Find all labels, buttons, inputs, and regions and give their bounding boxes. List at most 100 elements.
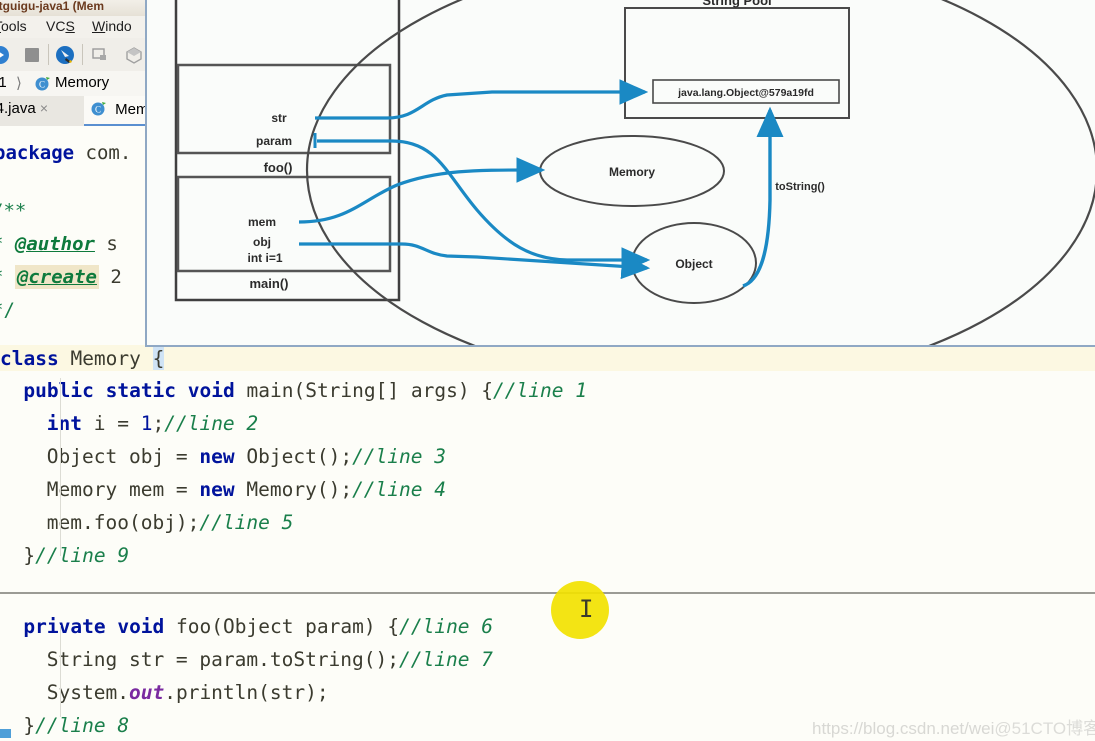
code-line-main-6: }//line 9: [23, 544, 129, 567]
code-token: //line 2: [164, 412, 259, 435]
code-token: }: [23, 544, 36, 567]
code-token: foo(Object param) {: [164, 615, 400, 638]
code-token: out: [128, 681, 165, 704]
stack-var-param: param: [256, 134, 292, 148]
code-editor[interactable]: class Memory { public static void main(S…: [0, 345, 1095, 741]
code-token: mem.foo(obj);: [46, 511, 200, 534]
code-region-divider: [0, 592, 1095, 594]
code-line-main-5: mem.foo(obj);//line 5: [47, 511, 294, 534]
keyword-package: package: [0, 142, 75, 164]
code-token: Memory();: [234, 478, 353, 501]
indent-guide-main: [60, 378, 61, 556]
code-line-foo-2: String str = param.toString();//line 7: [47, 648, 493, 671]
code-token: void: [187, 379, 235, 402]
tostring-label: toString(): [775, 181, 825, 193]
keyword-class: class: [0, 347, 59, 370]
java-class-icon: C: [34, 75, 51, 96]
code-token: //line 8: [35, 714, 130, 737]
code-token: ;: [152, 412, 165, 435]
string-literal-text: java.lang.Object@579a19fd: [677, 87, 814, 99]
code-token: //line 5: [199, 511, 294, 534]
javadoc-author-line: * @author s: [0, 233, 118, 255]
attach-icon[interactable]: [90, 45, 110, 65]
stack-frame-main-label: main(): [250, 276, 289, 291]
stop-icon[interactable]: [22, 45, 42, 65]
code-line-foo-3: System.out.println(str);: [47, 681, 329, 704]
code-line-class-decl: class Memory {: [0, 347, 165, 370]
code-line-main-3: Object obj = new Object();//line 3: [47, 445, 446, 468]
svg-text:C: C: [95, 105, 101, 115]
build-icon[interactable]: [124, 45, 144, 65]
code-token: main(String[] args) {: [234, 379, 494, 402]
javadoc-create-line: * @create 2: [0, 265, 122, 289]
string-pool-title: String Pool: [702, 0, 771, 8]
code-token: public: [23, 379, 94, 402]
code-line-foo-4: }//line 8: [23, 714, 129, 737]
code-token: //line 6: [399, 615, 494, 638]
code-token: Object();: [234, 445, 353, 468]
stack-var-mem: mem: [248, 215, 276, 229]
breadcrumb-separator: ⟩: [16, 75, 22, 92]
javadoc-tag-author: @author: [14, 233, 95, 255]
svg-text:C: C: [39, 80, 45, 90]
window-title: atguigu-java1 (Mem: [0, 0, 105, 13]
code-token: //line 1: [493, 379, 587, 402]
tab-test4-java[interactable]: st4.java ×: [0, 96, 82, 126]
heap-object-memory-label: Memory: [609, 165, 655, 179]
code-token: String str = param.toString();: [46, 648, 399, 671]
code-token: static: [105, 379, 177, 402]
close-icon[interactable]: ×: [40, 100, 48, 116]
stack-var-obj: obj: [253, 235, 271, 249]
code-token: //line 7: [399, 648, 493, 671]
code-line-main-1: public static void main(String[] args) {…: [23, 379, 587, 402]
code-token: new: [199, 478, 235, 501]
run-icon[interactable]: [0, 45, 10, 65]
matched-brace: {: [152, 347, 165, 370]
code-token: .println(str);: [164, 681, 329, 704]
stack-var-int-i: int i=1: [247, 251, 282, 265]
menu-item-vcs[interactable]: VCS: [46, 18, 75, 34]
class-name: Memory: [70, 347, 141, 370]
stack-frame-foo-label: foo(): [264, 160, 293, 175]
heap-object-object-label: Object: [675, 257, 712, 271]
code-token: //line 3: [352, 445, 446, 468]
indent-guide-foo: [60, 625, 61, 717]
code-token: Memory mem =: [46, 478, 200, 501]
text-caret-icon: I: [579, 595, 594, 623]
code-token: }: [23, 714, 36, 737]
code-token: 1: [140, 412, 153, 435]
javadoc-close: */: [0, 299, 15, 321]
code-line-foo-1: private void foo(Object param) {//line 6: [23, 615, 493, 638]
watermark: https://blog.csdn.net/wei@51CTO博客: [812, 714, 1095, 739]
code-token: new: [199, 445, 235, 468]
stack-var-str: str: [271, 111, 287, 125]
menu-item-tools[interactable]: Tools: [0, 18, 27, 34]
code-token: i =: [82, 412, 141, 435]
toolbar-separator-1: [48, 44, 49, 65]
code-token: int: [46, 412, 83, 435]
toolbar-separator-2: [82, 44, 83, 65]
watermark-url: https://blog.csdn.net/wei: [812, 719, 995, 738]
watermark-brand: @51CTO博客: [994, 719, 1095, 738]
code-token: private: [23, 615, 106, 638]
java-class-icon: C: [90, 100, 107, 121]
menu-item-window[interactable]: Windo: [92, 18, 132, 34]
tab-label: st4.java: [0, 100, 36, 117]
code-token: //line 9: [35, 544, 130, 567]
status-marker: [0, 729, 11, 738]
code-token: void: [117, 615, 165, 638]
javadoc-tag-create: @create: [14, 265, 99, 289]
code-token: Object obj =: [46, 445, 200, 468]
code-line-main-4: Memory mem = new Memory();//line 4: [47, 478, 446, 501]
code-token: //line 4: [352, 478, 446, 501]
breadcrumb-class[interactable]: Memory: [55, 74, 109, 91]
jvm-memory-diagram: str param foo() mem obj int i=1 main() S…: [145, 0, 1095, 347]
breadcrumb-module[interactable]: a1: [0, 74, 7, 91]
debug-icon[interactable]: [55, 45, 75, 65]
javadoc-open: /**: [0, 200, 27, 222]
code-line-main-2: int i = 1;//line 2: [47, 412, 258, 435]
tab-label: Mem: [115, 101, 149, 118]
